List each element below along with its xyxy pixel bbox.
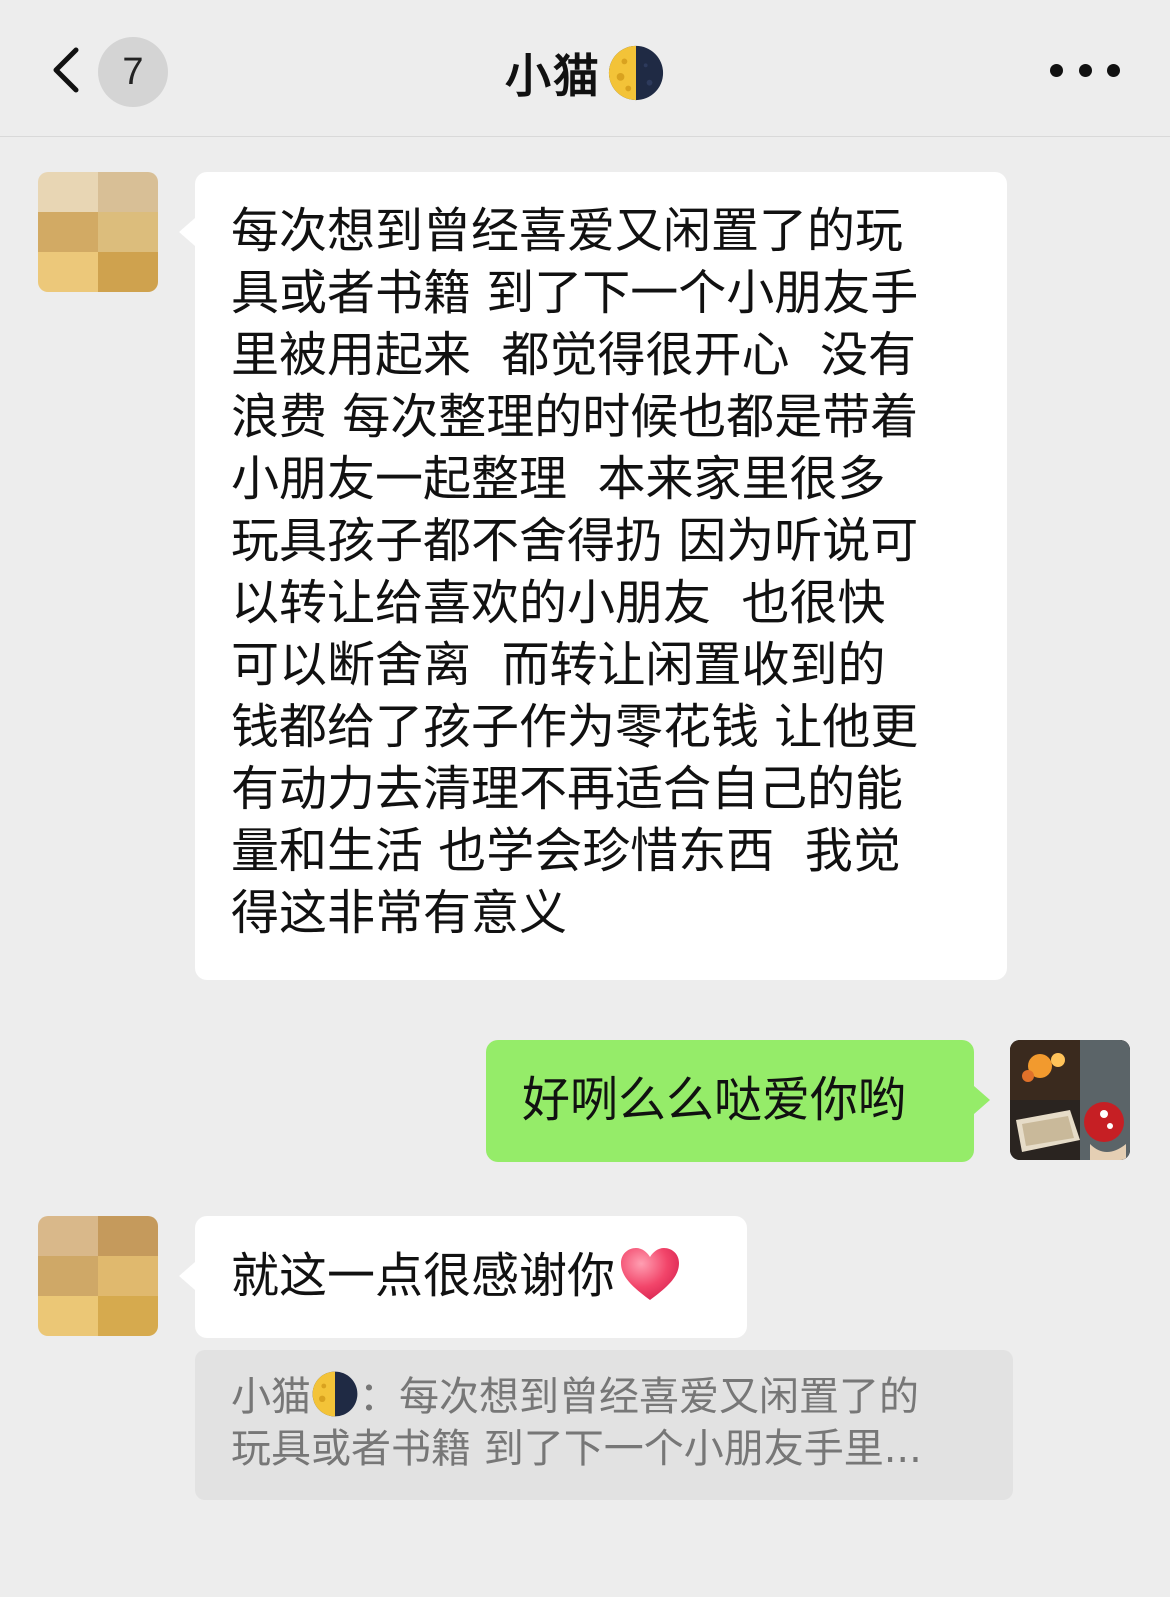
contact-name: 小猫 bbox=[505, 49, 601, 103]
quote-separator: ： bbox=[359, 1374, 399, 1420]
chat-header: 7 小猫 bbox=[0, 0, 1170, 137]
more-dot-icon bbox=[1107, 63, 1120, 77]
quote-text-line2: 玩具或者书籍 到了下一个小朋友手里... bbox=[231, 1426, 922, 1472]
moon-icon bbox=[608, 45, 664, 101]
contact-avatar[interactable] bbox=[38, 1216, 158, 1336]
message-text: 好咧么么哒爱你哟 bbox=[522, 1072, 907, 1128]
quote-sender: 小猫 bbox=[231, 1374, 311, 1420]
message-text: 就这一点很感谢你 bbox=[231, 1248, 616, 1304]
quote-text-line1: 每次想到曾经喜爱又闲置了的 bbox=[399, 1374, 919, 1420]
contact-avatar[interactable] bbox=[38, 172, 158, 292]
my-avatar[interactable] bbox=[1010, 1040, 1130, 1160]
chat-title: 小猫 bbox=[0, 38, 1170, 108]
photo-avatar-icon bbox=[1010, 1040, 1130, 1160]
more-dot-icon bbox=[1050, 63, 1063, 77]
quoted-message[interactable]: 小猫 ：每次想到曾经喜爱又闲置了的 玩具或者书籍 到了下一个小朋友手里... bbox=[195, 1350, 1013, 1500]
moon-icon bbox=[312, 1371, 358, 1417]
more-dot-icon bbox=[1078, 63, 1092, 77]
message-bubble[interactable]: 就这一点很感谢你 bbox=[179, 1216, 747, 1338]
heart-icon bbox=[621, 1248, 680, 1300]
more-options-button[interactable] bbox=[1050, 50, 1120, 90]
message-bubble[interactable]: 每次想到曾经喜爱又闲置了的玩 具或者书籍 到了下一个小朋友手 里被用起来 都觉得… bbox=[179, 172, 1007, 980]
quote-line-1: 小猫 ：每次想到曾经喜爱又闲置了的 bbox=[231, 1370, 977, 1423]
message-bubble[interactable]: 好咧么么哒爱你哟 bbox=[486, 1040, 990, 1162]
message-text: 每次想到曾经喜爱又闲置了的玩 具或者书籍 到了下一个小朋友手 里被用起来 都觉得… bbox=[231, 203, 919, 941]
